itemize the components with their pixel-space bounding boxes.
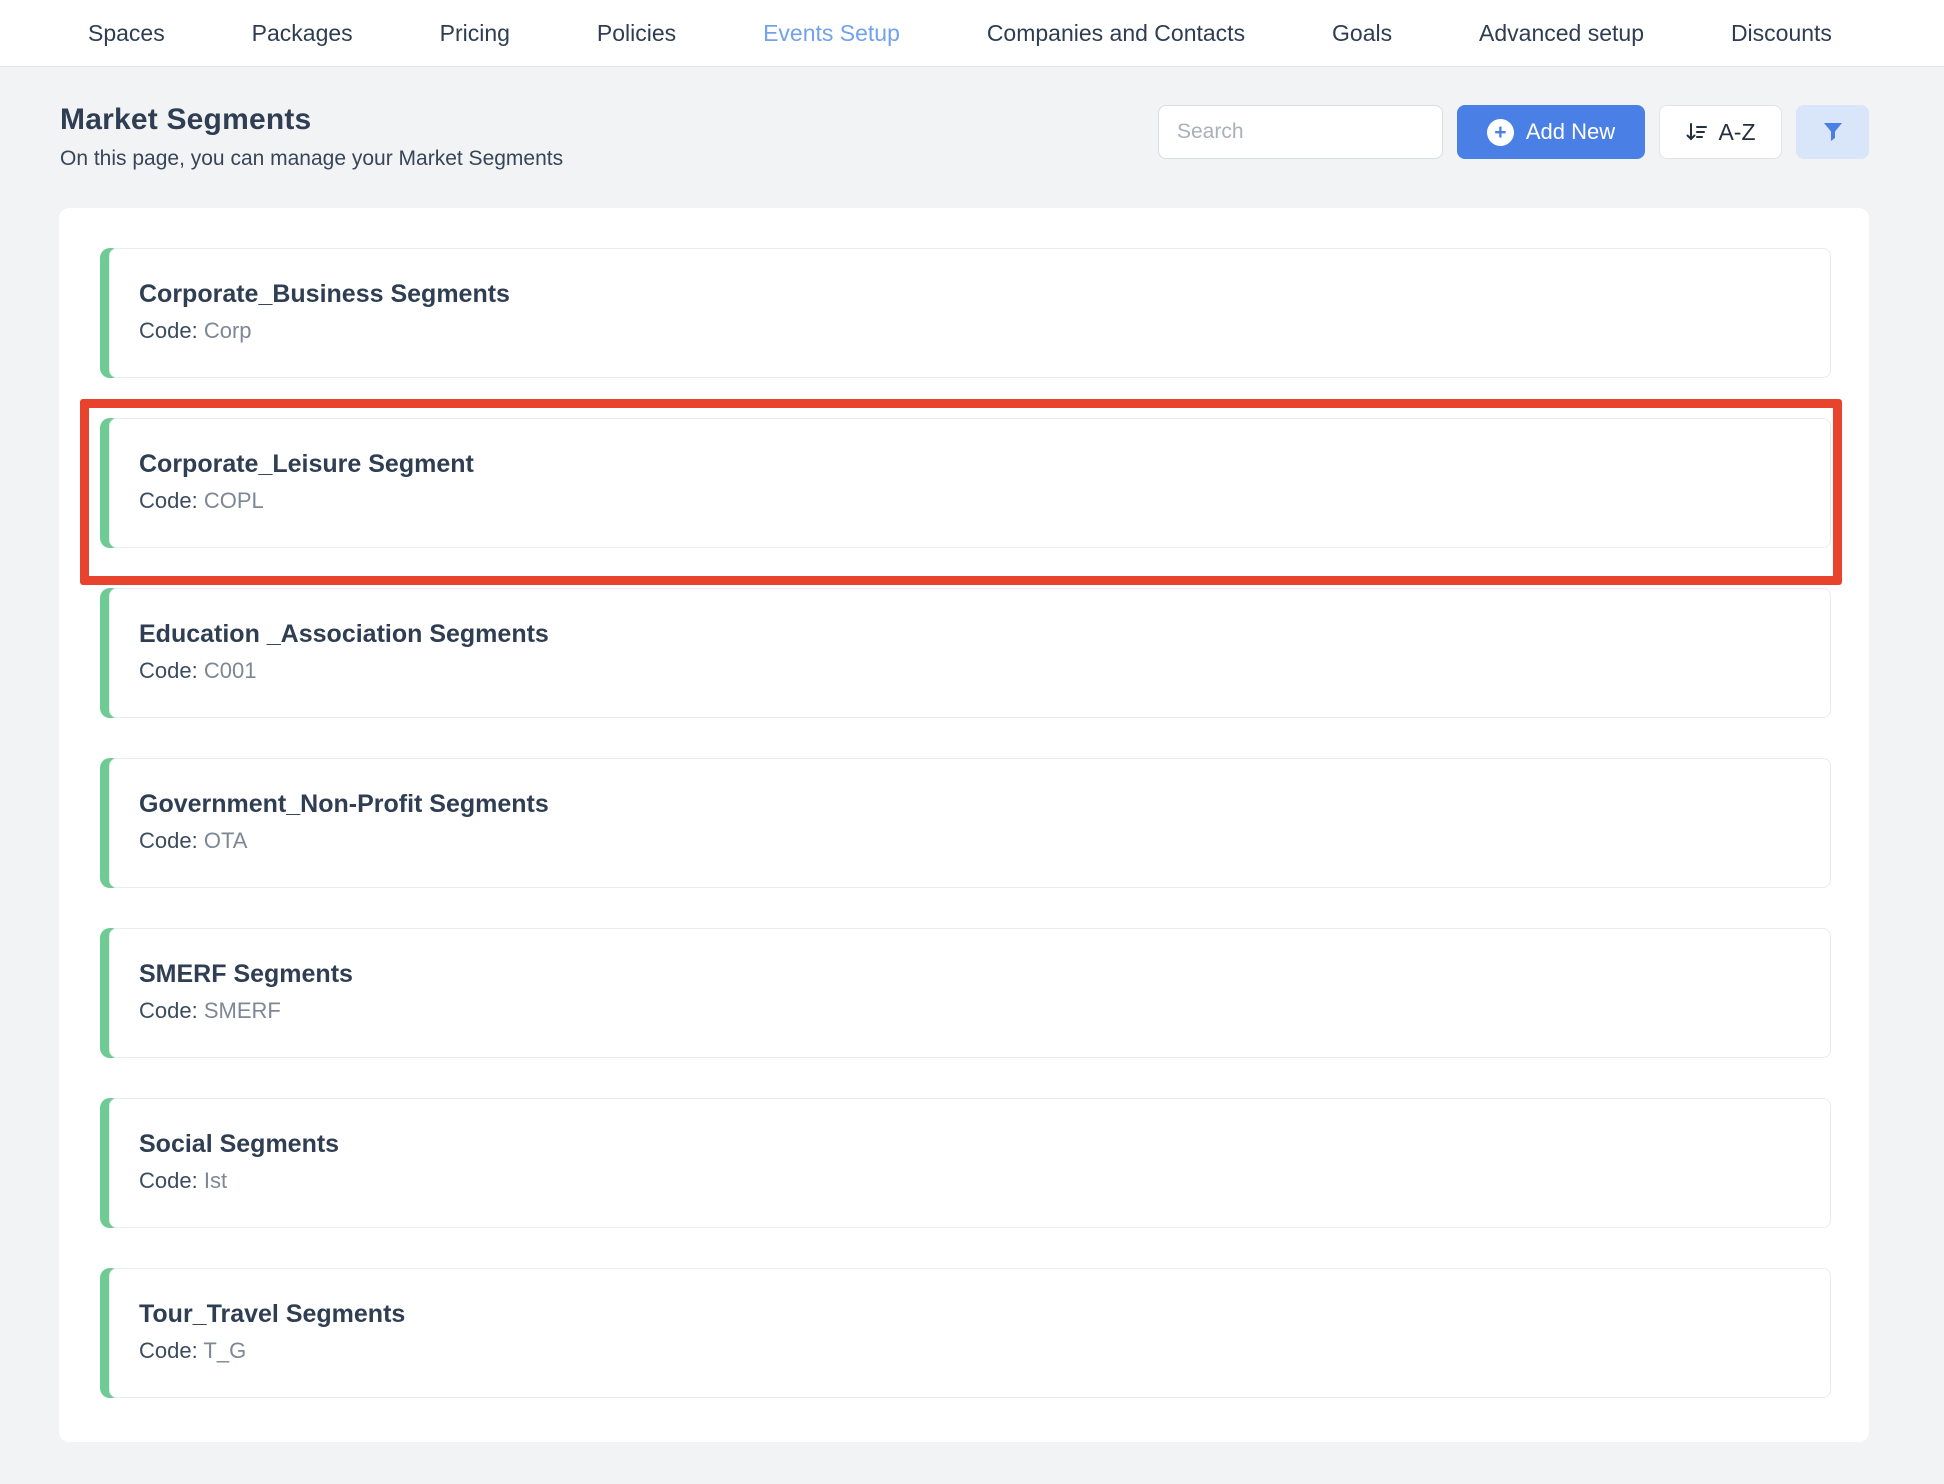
segment-code-value: Corp bbox=[198, 318, 252, 343]
segment-card[interactable]: Government_Non-Profit Segments Code: OTA bbox=[109, 758, 1831, 888]
segment-code-label: Code: bbox=[139, 1168, 198, 1193]
segment-code-value: C001 bbox=[198, 658, 257, 683]
nav-item-spaces[interactable]: Spaces bbox=[88, 20, 165, 47]
add-new-button[interactable]: + Add New bbox=[1457, 105, 1645, 159]
nav-item-goals[interactable]: Goals bbox=[1332, 20, 1392, 47]
top-navigation: Spaces Packages Pricing Policies Events Setu… bbox=[0, 0, 1944, 67]
nav-item-companies-and-contacts[interactable]: Companies and Contacts bbox=[987, 20, 1245, 47]
segment-code-value: Ist bbox=[198, 1168, 227, 1193]
filter-button[interactable] bbox=[1796, 105, 1869, 159]
segment-row-government-non-profit-segments: Government_Non-Profit Segments Code: OTA bbox=[100, 758, 1831, 888]
segment-name: Tour_Travel Segments bbox=[139, 1299, 1800, 1329]
nav-item-packages[interactable]: Packages bbox=[252, 20, 353, 47]
segment-code-label: Code: bbox=[139, 488, 198, 513]
segment-code-value: SMERF bbox=[198, 998, 281, 1023]
segment-code-label: Code: bbox=[139, 658, 198, 683]
nav-item-discounts[interactable]: Discounts bbox=[1731, 20, 1832, 47]
segment-row-corporate-leisure-segment-highlighted: Corporate_Leisure Segment Code: COPL bbox=[100, 418, 1831, 548]
segments-panel: Corporate_Business SegmentsCode: CorpCor… bbox=[59, 208, 1869, 1442]
segment-code: Code: C001 bbox=[139, 658, 1800, 684]
segment-name: Corporate_Business Segments bbox=[139, 279, 1800, 309]
sort-az-label: A-Z bbox=[1718, 119, 1755, 146]
segment-card[interactable]: Social Segments Code: Ist bbox=[109, 1098, 1831, 1228]
segment-code: Code: SMERF bbox=[139, 998, 1800, 1024]
segment-card[interactable]: SMERF Segments Code: SMERF bbox=[109, 928, 1831, 1058]
segment-name: Government_Non-Profit Segments bbox=[139, 789, 1800, 819]
segment-code-label: Code: bbox=[139, 828, 198, 853]
filter-icon bbox=[1822, 121, 1844, 143]
segment-card[interactable]: Corporate_Business Segments Code: Corp bbox=[109, 248, 1831, 378]
segment-code-value: T_G bbox=[198, 1338, 247, 1363]
page-subtitle: On this page, you can manage your Market… bbox=[60, 147, 563, 171]
segment-row-corporate-business-segments: Corporate_Business Segments Code: Corp bbox=[100, 248, 1831, 378]
page-title: Market Segments bbox=[60, 103, 563, 137]
nav-item-policies[interactable]: Policies bbox=[597, 20, 676, 47]
segment-code-value: COPL bbox=[198, 488, 264, 513]
segment-row-tour-travel-segments: Tour_Travel Segments Code: T_G bbox=[100, 1268, 1831, 1398]
segment-code: Code: T_G bbox=[139, 1338, 1800, 1364]
search-input[interactable] bbox=[1158, 105, 1443, 159]
plus-circle-icon: + bbox=[1487, 119, 1514, 146]
segment-row-education-association-segments: Education _Association Segments Code: C00… bbox=[100, 588, 1831, 718]
segment-row-social-segments: Social Segments Code: Ist bbox=[100, 1098, 1831, 1228]
nav-item-events-setup[interactable]: Events Setup bbox=[763, 20, 900, 47]
segment-code: Code: Corp bbox=[139, 318, 1800, 344]
sort-az-button[interactable]: A-Z bbox=[1659, 105, 1782, 159]
segment-name: SMERF Segments bbox=[139, 959, 1800, 989]
page-header: Market Segments On this page, you can ma… bbox=[0, 67, 1944, 208]
segment-code-label: Code: bbox=[139, 318, 198, 343]
sort-descending-icon bbox=[1685, 120, 1709, 144]
segment-code: Code: COPL bbox=[139, 488, 1800, 514]
nav-item-pricing[interactable]: Pricing bbox=[440, 20, 510, 47]
segment-row-smerf-segments: SMERF Segments Code: SMERF bbox=[100, 928, 1831, 1058]
add-new-label: Add New bbox=[1526, 119, 1615, 145]
segment-name: Corporate_Leisure Segment bbox=[139, 449, 1800, 479]
segment-code-label: Code: bbox=[139, 998, 198, 1023]
toolbar: + Add New A-Z bbox=[1158, 105, 1869, 159]
segment-card[interactable]: Education _Association Segments Code: C00… bbox=[109, 588, 1831, 718]
segment-card[interactable]: Corporate_Leisure Segment Code: COPL bbox=[109, 418, 1831, 548]
segment-code-value: OTA bbox=[198, 828, 248, 853]
segment-name: Education _Association Segments bbox=[139, 619, 1800, 649]
nav-item-advanced-setup[interactable]: Advanced setup bbox=[1479, 20, 1644, 47]
segment-name: Social Segments bbox=[139, 1129, 1800, 1159]
segment-code-label: Code: bbox=[139, 1338, 198, 1363]
segment-code: Code: Ist bbox=[139, 1168, 1800, 1194]
segment-card[interactable]: Tour_Travel Segments Code: T_G bbox=[109, 1268, 1831, 1398]
segment-code: Code: OTA bbox=[139, 828, 1800, 854]
